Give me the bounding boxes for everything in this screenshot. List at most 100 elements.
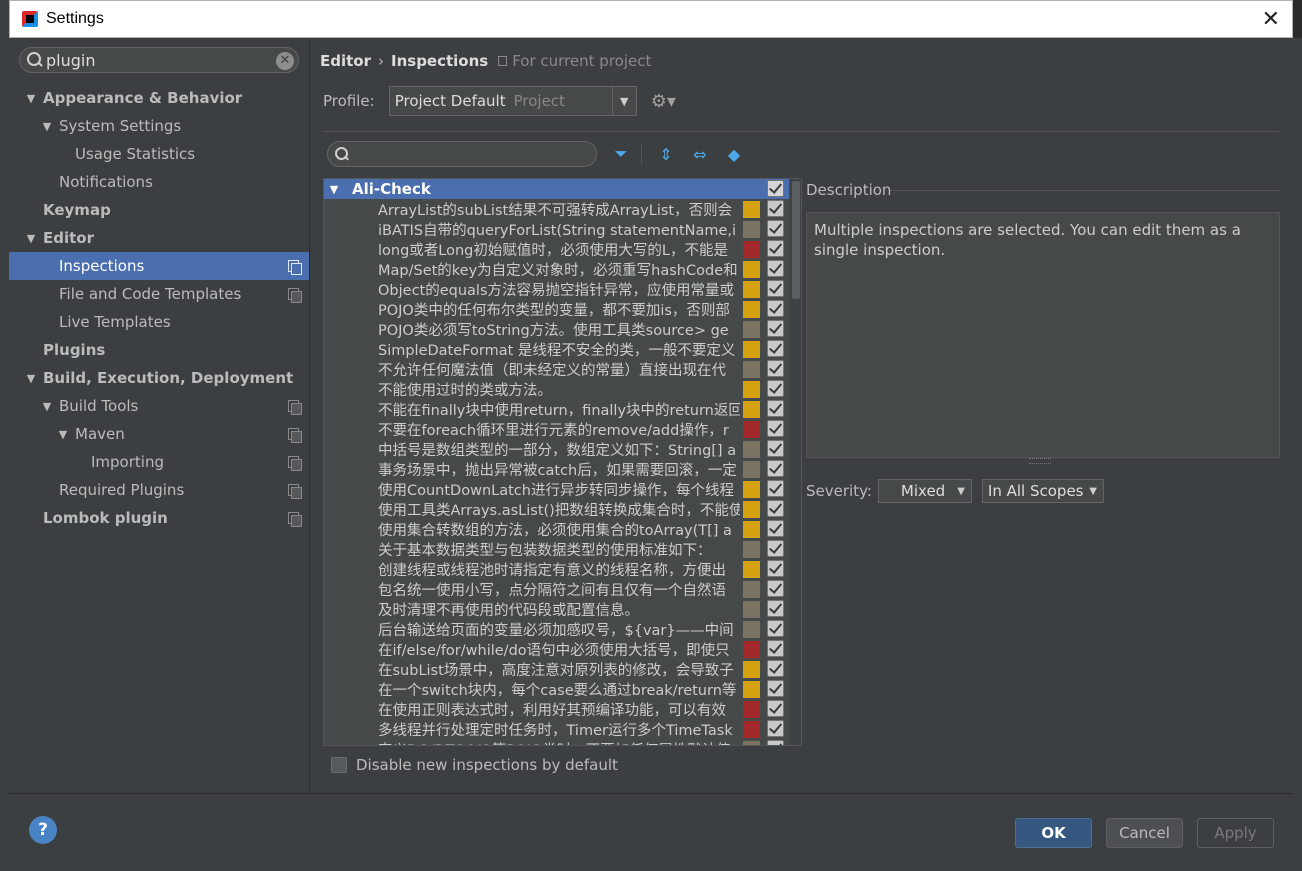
expand-arrow-icon[interactable]: ▼ <box>39 120 55 133</box>
expand-arrow-icon[interactable]: ▼ <box>23 232 39 245</box>
inspection-checkbox[interactable] <box>767 260 784 277</box>
tree-item-file-and-code-templates[interactable]: File and Code Templates <box>9 280 309 308</box>
inspection-row[interactable]: 不能在finally块中使用return，finally块中的return返回 <box>324 399 789 419</box>
tree-item-usage-statistics[interactable]: Usage Statistics <box>9 140 309 168</box>
tree-item-importing[interactable]: Importing <box>9 448 309 476</box>
scrollbar-thumb[interactable] <box>792 181 800 299</box>
inspection-row[interactable]: 在subList场景中，高度注意对原列表的修改，会导致子 <box>324 659 789 679</box>
inspection-row[interactable]: 不允许任何魔法值（即未经定义的常量）直接出现在代 <box>324 359 789 379</box>
inspection-checkbox[interactable] <box>767 380 784 397</box>
inspection-row[interactable]: 包名统一使用小写，点分隔符之间有且仅有一个自然语 <box>324 579 789 599</box>
inspection-checkbox[interactable] <box>767 280 784 297</box>
clear-search-icon[interactable]: ✕ <box>276 52 294 70</box>
group-checkbox[interactable] <box>767 180 784 197</box>
inspection-row[interactable]: 多线程并行处理定时任务时，Timer运行多个TimeTask <box>324 719 789 739</box>
inspection-row[interactable]: 中括号是数组类型的一部分，数组定义如下：String[] a <box>324 439 789 459</box>
inspection-search-input[interactable] <box>327 141 597 167</box>
inspection-row[interactable]: 事务场景中，抛出异常被catch后，如果需要回滚，一定 <box>324 459 789 479</box>
inspections-scrollbar[interactable] <box>790 179 801 745</box>
disable-new-inspections[interactable]: Disable new inspections by default <box>331 756 618 774</box>
tree-item-plugins[interactable]: Plugins <box>9 336 309 364</box>
inspection-row[interactable]: 使用工具类Arrays.asList()把数组转换成集合时，不能使 <box>324 499 789 519</box>
expand-arrow-icon[interactable]: ▼ <box>23 372 39 385</box>
inspection-checkbox[interactable] <box>767 300 784 317</box>
inspection-row[interactable]: iBATIS自带的queryForList(String statementNa… <box>324 219 789 239</box>
inspection-checkbox[interactable] <box>767 580 784 597</box>
filter-icon[interactable]: ⏷ <box>611 144 631 164</box>
resize-grip[interactable] <box>1029 458 1051 464</box>
severity-select[interactable]: Mixed ▼ <box>877 479 972 503</box>
inspection-checkbox[interactable] <box>767 240 784 257</box>
inspection-row[interactable]: POJO类必须写toString方法。使用工具类source> ge <box>324 319 789 339</box>
inspection-row[interactable]: 关于基本数据类型与包装数据类型的使用标准如下： <box>324 539 789 559</box>
tree-item-editor[interactable]: ▼ Editor <box>9 224 309 252</box>
inspection-row[interactable]: 后台输送给页面的变量必须加感叹号，${var}——中间 <box>324 619 789 639</box>
inspection-checkbox[interactable] <box>767 660 784 677</box>
inspection-checkbox[interactable] <box>767 420 784 437</box>
close-icon[interactable]: ✕ <box>1262 7 1280 32</box>
settings-search-input[interactable] <box>46 50 266 70</box>
expand-arrow-icon[interactable]: ▼ <box>39 400 55 413</box>
inspection-checkbox[interactable] <box>767 500 784 517</box>
reset-icon[interactable]: ◆ <box>724 144 744 164</box>
inspection-row[interactable]: 定义DO/DTO/VO等POJO类时，不要加任何属性默认值 <box>324 739 789 745</box>
inspection-row[interactable]: POJO类中的任何布尔类型的变量，都不要加is，否则部 <box>324 299 789 319</box>
scope-select[interactable]: In All Scopes ▼ <box>981 479 1104 503</box>
inspection-row[interactable]: ArrayList的subList结果不可强转成ArrayList，否则会 <box>324 199 789 219</box>
collapse-all-icon[interactable]: ⇔ <box>690 144 710 164</box>
inspection-checkbox[interactable] <box>767 520 784 537</box>
inspection-row[interactable]: 在使用正则表达式时，利用好其预编译功能，可以有效 <box>324 699 789 719</box>
inspection-checkbox[interactable] <box>767 740 784 745</box>
tree-item-build-execution-deployment[interactable]: ▼ Build, Execution, Deployment <box>9 364 309 392</box>
tree-item-required-plugins[interactable]: Required Plugins <box>9 476 309 504</box>
inspection-group-row[interactable]: ▼ Ali-Check <box>324 179 789 199</box>
tree-item-maven[interactable]: ▼ Maven <box>9 420 309 448</box>
help-button[interactable]: ? <box>29 816 57 844</box>
settings-search[interactable]: ✕ <box>19 47 299 73</box>
inspection-row[interactable]: 在if/else/for/while/do语句中必须使用大括号，即使只 <box>324 639 789 659</box>
inspection-checkbox[interactable] <box>767 320 784 337</box>
inspection-checkbox[interactable] <box>767 460 784 477</box>
inspection-row[interactable]: 创建线程或线程池时请指定有意义的线程名称，方便出 <box>324 559 789 579</box>
inspection-checkbox[interactable] <box>767 720 784 737</box>
inspection-row[interactable]: 不要在foreach循环里进行元素的remove/add操作，r <box>324 419 789 439</box>
inspection-checkbox[interactable] <box>767 600 784 617</box>
inspection-checkbox[interactable] <box>767 540 784 557</box>
cancel-button[interactable]: Cancel <box>1106 818 1183 848</box>
inspection-checkbox[interactable] <box>767 360 784 377</box>
expand-arrow-icon[interactable]: ▼ <box>23 92 39 105</box>
inspection-checkbox[interactable] <box>767 220 784 237</box>
tree-item-system-settings[interactable]: ▼ System Settings <box>9 112 309 140</box>
tree-item-live-templates[interactable]: Live Templates <box>9 308 309 336</box>
tree-item-keymap[interactable]: Keymap <box>9 196 309 224</box>
inspection-row[interactable]: long或者Long初始赋值时，必须使用大写的L，不能是 <box>324 239 789 259</box>
inspection-row[interactable]: SimpleDateFormat 是线程不安全的类，一般不要定义 <box>324 339 789 359</box>
inspection-row[interactable]: 使用CountDownLatch进行异步转同步操作，每个线程 <box>324 479 789 499</box>
tree-item-build-tools[interactable]: ▼ Build Tools <box>9 392 309 420</box>
inspection-row[interactable]: 及时清理不再使用的代码段或配置信息。 <box>324 599 789 619</box>
expand-arrow-icon[interactable]: ▼ <box>55 428 71 441</box>
inspection-checkbox[interactable] <box>767 400 784 417</box>
group-expand-icon[interactable]: ▼ <box>326 183 342 196</box>
profile-select[interactable]: Project Default Project ▼ <box>388 86 637 116</box>
disable-new-checkbox[interactable] <box>331 757 347 773</box>
apply-button[interactable]: Apply <box>1197 818 1274 848</box>
inspection-checkbox[interactable] <box>767 340 784 357</box>
inspection-checkbox[interactable] <box>767 560 784 577</box>
expand-all-icon[interactable]: ⇕ <box>656 144 676 164</box>
inspection-checkbox[interactable] <box>767 480 784 497</box>
inspection-row[interactable]: Map/Set的key为自定义对象时，必须重写hashCode和 <box>324 259 789 279</box>
inspection-row[interactable]: 不能使用过时的类或方法。 <box>324 379 789 399</box>
tree-item-appearance-behavior[interactable]: ▼ Appearance & Behavior <box>9 84 309 112</box>
tree-item-notifications[interactable]: Notifications <box>9 168 309 196</box>
inspection-row[interactable]: 在一个switch块内，每个case要么通过break/return等 <box>324 679 789 699</box>
inspection-row[interactable]: Object的equals方法容易抛空指针异常，应使用常量或 <box>324 279 789 299</box>
inspection-checkbox[interactable] <box>767 620 784 637</box>
inspection-checkbox[interactable] <box>767 700 784 717</box>
tree-item-lombok-plugin[interactable]: Lombok plugin <box>9 504 309 532</box>
ok-button[interactable]: OK <box>1015 818 1092 848</box>
inspection-checkbox[interactable] <box>767 640 784 657</box>
inspection-checkbox[interactable] <box>767 680 784 697</box>
inspection-checkbox[interactable] <box>767 440 784 457</box>
inspection-row[interactable]: 使用集合转数组的方法，必须使用集合的toArray(T[] a <box>324 519 789 539</box>
